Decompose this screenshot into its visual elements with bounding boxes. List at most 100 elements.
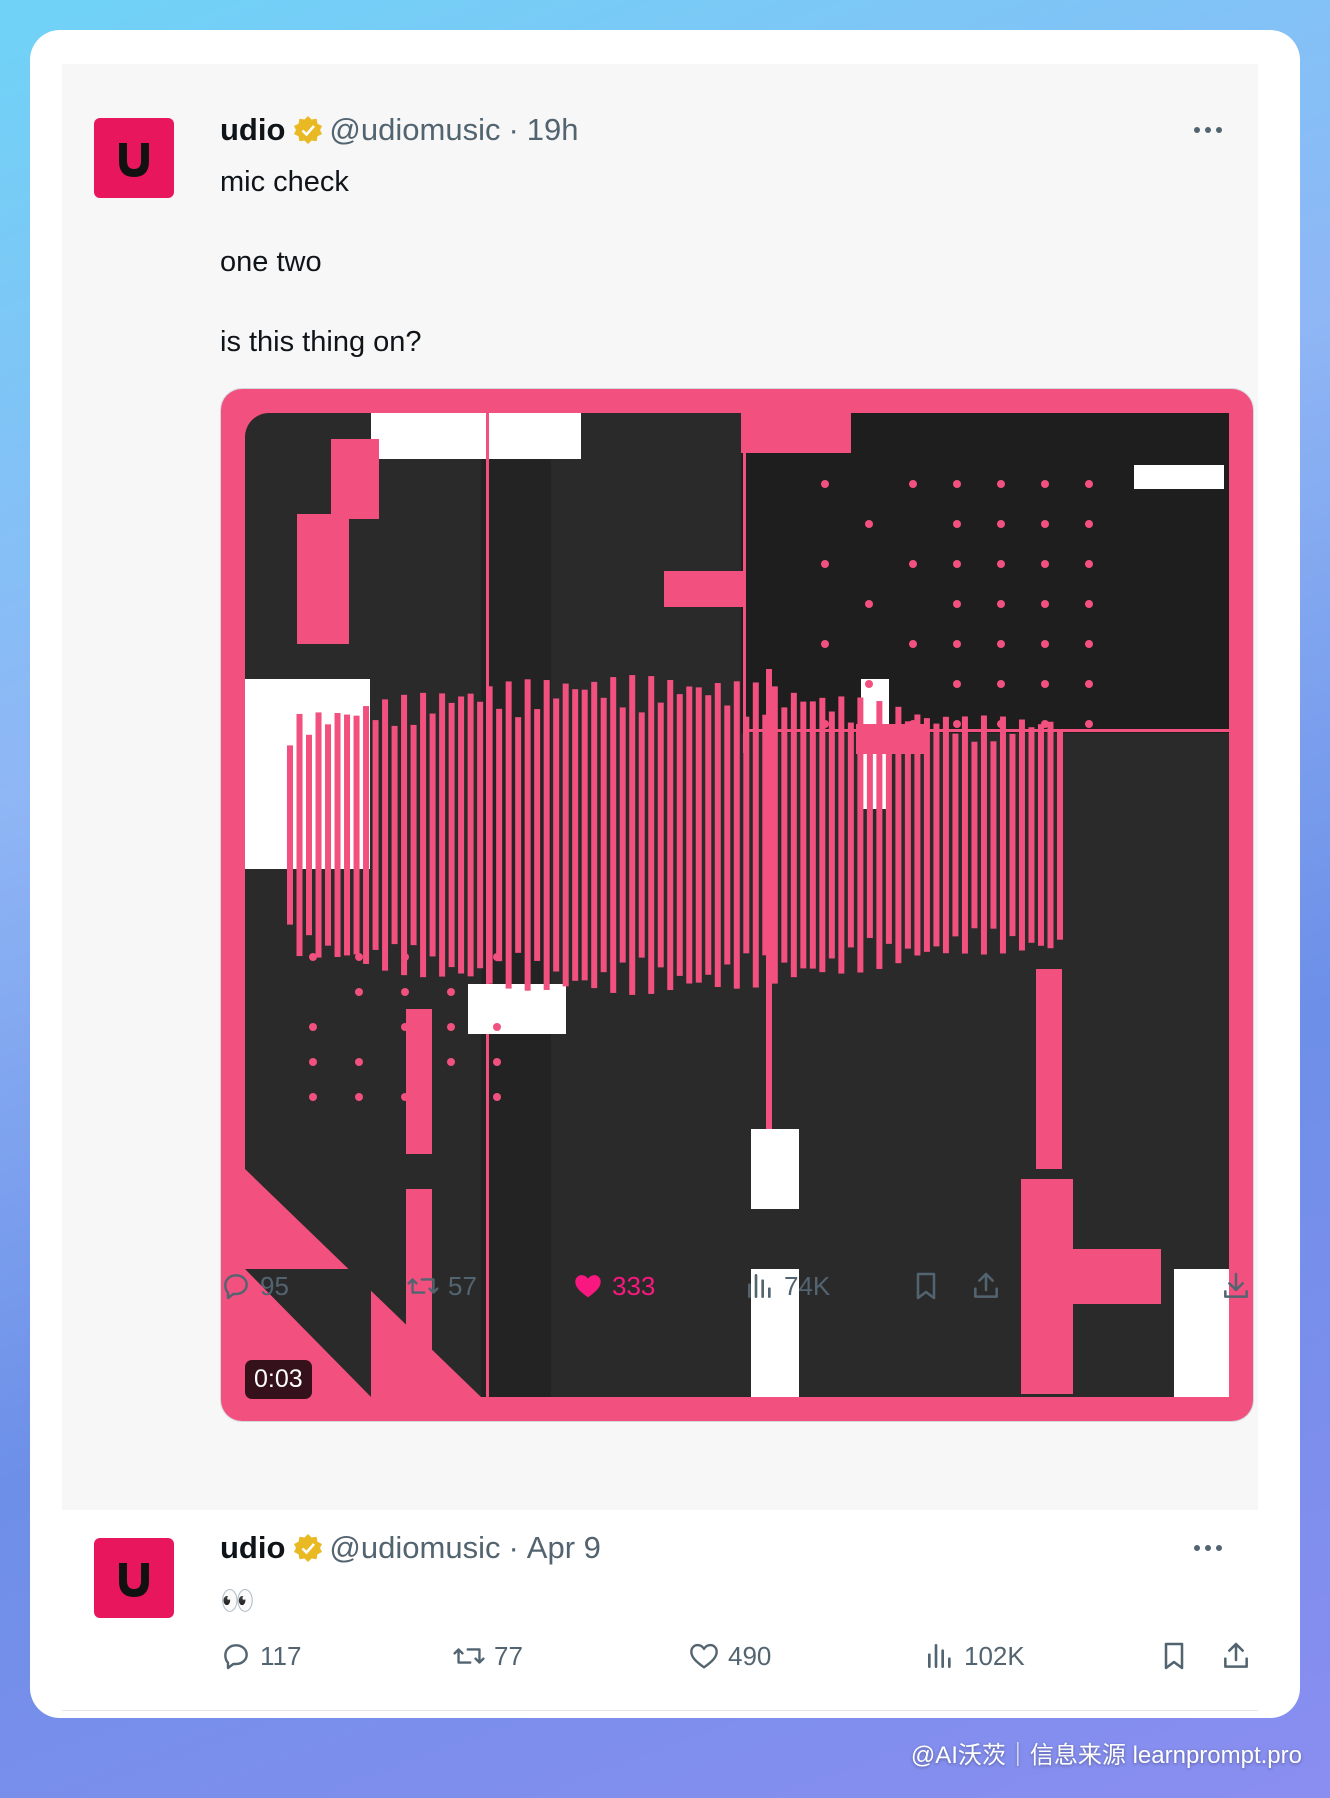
waveform-bar [401, 694, 408, 976]
waveform-bar [543, 680, 550, 990]
views-chart-icon [748, 1274, 771, 1298]
waveform-bar [344, 714, 351, 956]
waveform-bar [933, 723, 940, 947]
decor-dot [997, 600, 1005, 608]
author-name[interactable]: udio [220, 1530, 285, 1566]
avatar[interactable] [94, 1538, 174, 1618]
timeline-card: udio @udiomusic · 19h mic check one two … [30, 30, 1300, 1718]
decor-dot [997, 480, 1005, 488]
decor-dot [953, 560, 961, 568]
decor-dot [865, 680, 873, 688]
decor-dot [1085, 640, 1093, 648]
waveform-bar [458, 696, 465, 974]
waveform-bar [828, 711, 835, 959]
waveform-bar [619, 707, 626, 963]
waveform-bar [629, 675, 636, 995]
waveform-bar [315, 712, 322, 958]
share-button[interactable] [970, 1262, 1010, 1310]
bookmark-button[interactable] [910, 1262, 950, 1310]
more-options-icon[interactable] [1188, 110, 1228, 150]
waveform-bar [296, 713, 303, 957]
waveform-bar [686, 686, 693, 984]
tweet-text: 👀 [220, 1585, 255, 1616]
verified-badge-icon [293, 1533, 323, 1563]
bookmark-button[interactable] [1158, 1632, 1198, 1680]
avatar[interactable] [94, 118, 174, 198]
decor-dot [401, 988, 409, 996]
decor-dot [1085, 680, 1093, 688]
author-handle[interactable]: @udiomusic [329, 1530, 500, 1566]
waveform-bar [752, 682, 759, 988]
views-button[interactable]: 74K [744, 1262, 830, 1310]
like-button[interactable]: 333 [572, 1262, 655, 1310]
tweet[interactable]: udio @udiomusic · Apr 9 👀 117 77 490 102… [62, 1510, 1258, 1711]
decor-dot [821, 560, 829, 568]
decor-dot [953, 680, 961, 688]
reply-button[interactable]: 117 [220, 1632, 301, 1680]
repost-button[interactable]: 77 [452, 1632, 523, 1680]
decor-dot [953, 600, 961, 608]
waveform-bar [306, 734, 313, 936]
tweet-text-line: one two [220, 246, 322, 278]
waveform-bar [952, 733, 959, 937]
repost-icon [407, 1278, 439, 1294]
waveform-bar [762, 714, 769, 956]
waveform-bar [800, 701, 807, 969]
decor-dot [1041, 480, 1049, 488]
waveform-bar [790, 692, 797, 978]
waveform-bar [980, 715, 987, 955]
waveform-bar [895, 706, 902, 964]
waveform-bar [581, 689, 588, 981]
repost-count: 57 [448, 1270, 477, 1301]
author-handle[interactable]: @udiomusic [329, 112, 500, 148]
waveform-bar [429, 713, 436, 957]
decor-dot [953, 720, 961, 728]
decor-dot [1041, 560, 1049, 568]
udio-logo-icon [119, 143, 149, 177]
download-icon [1224, 1272, 1248, 1298]
waveform-bar [914, 714, 921, 956]
waveform-bar [410, 724, 417, 946]
decor-dot [1041, 640, 1049, 648]
tweet-actions: 117 77 490 102K [220, 1632, 1256, 1680]
decor-dot [493, 1093, 501, 1101]
waveform-bar [676, 694, 683, 976]
decor-dot [865, 520, 873, 528]
waveform-bar [809, 701, 816, 969]
like-button[interactable]: 490 [688, 1632, 771, 1680]
decor-dot [1085, 720, 1093, 728]
decor-dot [953, 480, 961, 488]
waveform-bar [534, 709, 541, 961]
decor-dot [997, 520, 1005, 528]
tweet-header: udio @udiomusic · 19h [220, 110, 579, 150]
bookmark-icon [916, 1272, 936, 1300]
share-button[interactable] [1220, 1632, 1260, 1680]
repost-icon [453, 1648, 485, 1664]
tweet-timestamp[interactable]: 19h [527, 112, 579, 148]
waveform-bar [420, 692, 427, 978]
decor-dot [953, 520, 961, 528]
download-button[interactable] [1220, 1262, 1260, 1310]
views-button[interactable]: 102K [924, 1632, 1025, 1680]
waveform-bar [705, 695, 712, 975]
decor-dot [309, 1058, 317, 1066]
tweet[interactable]: udio @udiomusic · 19h mic check one two … [62, 64, 1258, 1510]
repost-button[interactable]: 57 [406, 1262, 477, 1310]
decor-dot [447, 1058, 455, 1066]
decor-dot [1085, 480, 1093, 488]
separator-dot: · [508, 112, 519, 147]
tweet-text-line: mic check [220, 166, 349, 198]
waveform-bar [600, 697, 607, 973]
author-name[interactable]: udio [220, 112, 285, 148]
waveform-bar [999, 716, 1006, 954]
watermark: @AI沃茨｜信息来源 learnprompt.pro [910, 1742, 1302, 1769]
more-options-icon[interactable] [1188, 1528, 1228, 1568]
reply-button[interactable]: 95 [220, 1262, 289, 1310]
waveform-bar [353, 715, 360, 955]
decor-dot [1041, 600, 1049, 608]
decor-dot [1041, 680, 1049, 688]
waveform-bar [714, 683, 721, 987]
tweet-timestamp[interactable]: Apr 9 [527, 1530, 601, 1566]
waveform-bar [496, 708, 503, 962]
waveform-bar [363, 706, 370, 964]
